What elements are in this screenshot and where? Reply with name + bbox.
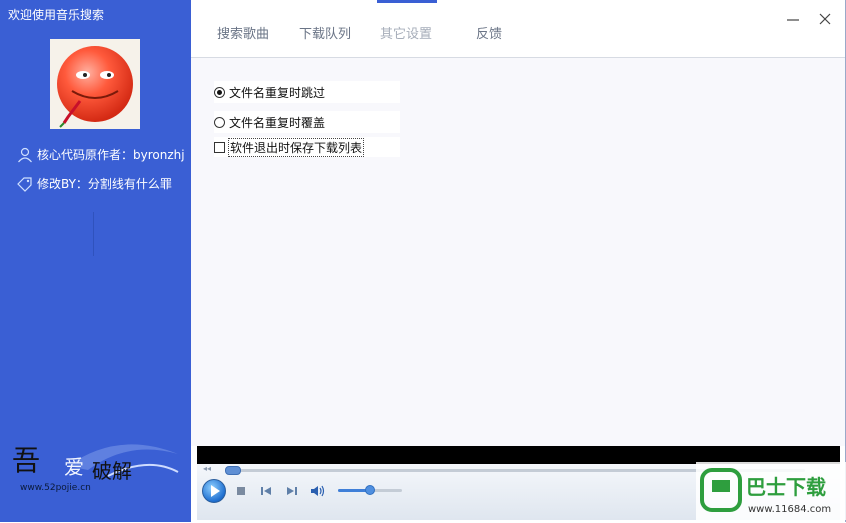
tab-bar: 搜索歌曲 下载队列 其它设置 反馈 [191, 0, 845, 58]
minimize-icon [787, 19, 799, 21]
option-overwrite-duplicate[interactable]: 文件名重复时覆盖 [214, 111, 400, 133]
option-save-queue-label: 软件退出时保存下载列表 [228, 137, 365, 157]
svg-text:吾: 吾 [12, 444, 40, 477]
user-icon [16, 147, 34, 163]
radio-skip-duplicate[interactable] [214, 86, 225, 98]
author-text: 核心代码原作者：byronzhj [37, 148, 185, 162]
next-button[interactable] [285, 484, 299, 498]
svg-text:www.52pojie.cn: www.52pojie.cn [20, 483, 91, 493]
svg-text:破解: 破解 [92, 459, 132, 483]
main-panel: 搜索歌曲 下载队列 其它设置 反馈 文件名重复时跳过 文件名重复时覆盖 软件退出… [191, 0, 846, 522]
radio-selected-dot [217, 89, 222, 95]
speaker-icon [311, 485, 325, 497]
option-overwrite-duplicate-label: 文件名重复时覆盖 [229, 115, 326, 130]
close-icon [819, 13, 831, 25]
active-tab-indicator [377, 0, 437, 3]
watermark: 巴士下载 www.11684.com [696, 462, 846, 520]
checkbox-save-queue[interactable] [214, 141, 225, 153]
sidebar: 欢迎使用音乐搜索 核心代码原作者：byronzhj 修改BY：分割线有什么罪 吾… [0, 0, 191, 522]
avatar [50, 39, 140, 129]
watermark-url: www.11684.com [748, 504, 831, 515]
tab-feedback[interactable]: 反馈 [476, 23, 502, 42]
next-icon [287, 487, 297, 495]
divider [93, 212, 94, 256]
previous-button[interactable] [259, 484, 273, 498]
modifier-text: 修改BY：分割线有什么罪 [37, 177, 172, 191]
tab-other-settings[interactable]: 其它设置 [380, 23, 432, 42]
tab-download-queue[interactable]: 下载队列 [299, 23, 351, 42]
close-button[interactable] [817, 12, 833, 28]
rewind-small-icon[interactable]: ◂◂ [203, 464, 211, 473]
stop-icon [237, 487, 245, 495]
svg-text:爱: 爱 [64, 455, 84, 479]
tab-search-songs[interactable]: 搜索歌曲 [217, 23, 269, 42]
settings-panel: 文件名重复时跳过 文件名重复时覆盖 软件退出时保存下载列表 [191, 58, 845, 446]
option-save-queue[interactable]: 软件退出时保存下载列表 [214, 137, 400, 157]
previous-icon [261, 487, 271, 495]
tag-icon [16, 176, 34, 192]
volume-slider[interactable] [338, 485, 402, 495]
radio-overwrite-duplicate[interactable] [214, 116, 225, 128]
author-line: 核心代码原作者：byronzhj [16, 146, 185, 163]
play-button[interactable] [202, 479, 226, 503]
seek-handle[interactable] [225, 466, 241, 475]
window-frame: 搜索歌曲 下载队列 其它设置 反馈 文件名重复时跳过 文件名重复时覆盖 软件退出… [191, 0, 846, 522]
option-skip-duplicate-label: 文件名重复时跳过 [229, 85, 326, 100]
option-skip-duplicate[interactable]: 文件名重复时跳过 [214, 81, 400, 103]
minimize-button[interactable] [785, 12, 801, 28]
volume-handle[interactable] [365, 485, 375, 495]
watermark-brand: 巴士下载 [746, 475, 826, 499]
modifier-line: 修改BY：分割线有什么罪 [16, 175, 172, 192]
volume-button[interactable] [310, 484, 325, 498]
brand-logo: 吾 爱 破解 www.52pojie.cn [8, 436, 184, 496]
stop-button[interactable] [234, 484, 248, 498]
app-title: 欢迎使用音乐搜索 [8, 8, 105, 22]
